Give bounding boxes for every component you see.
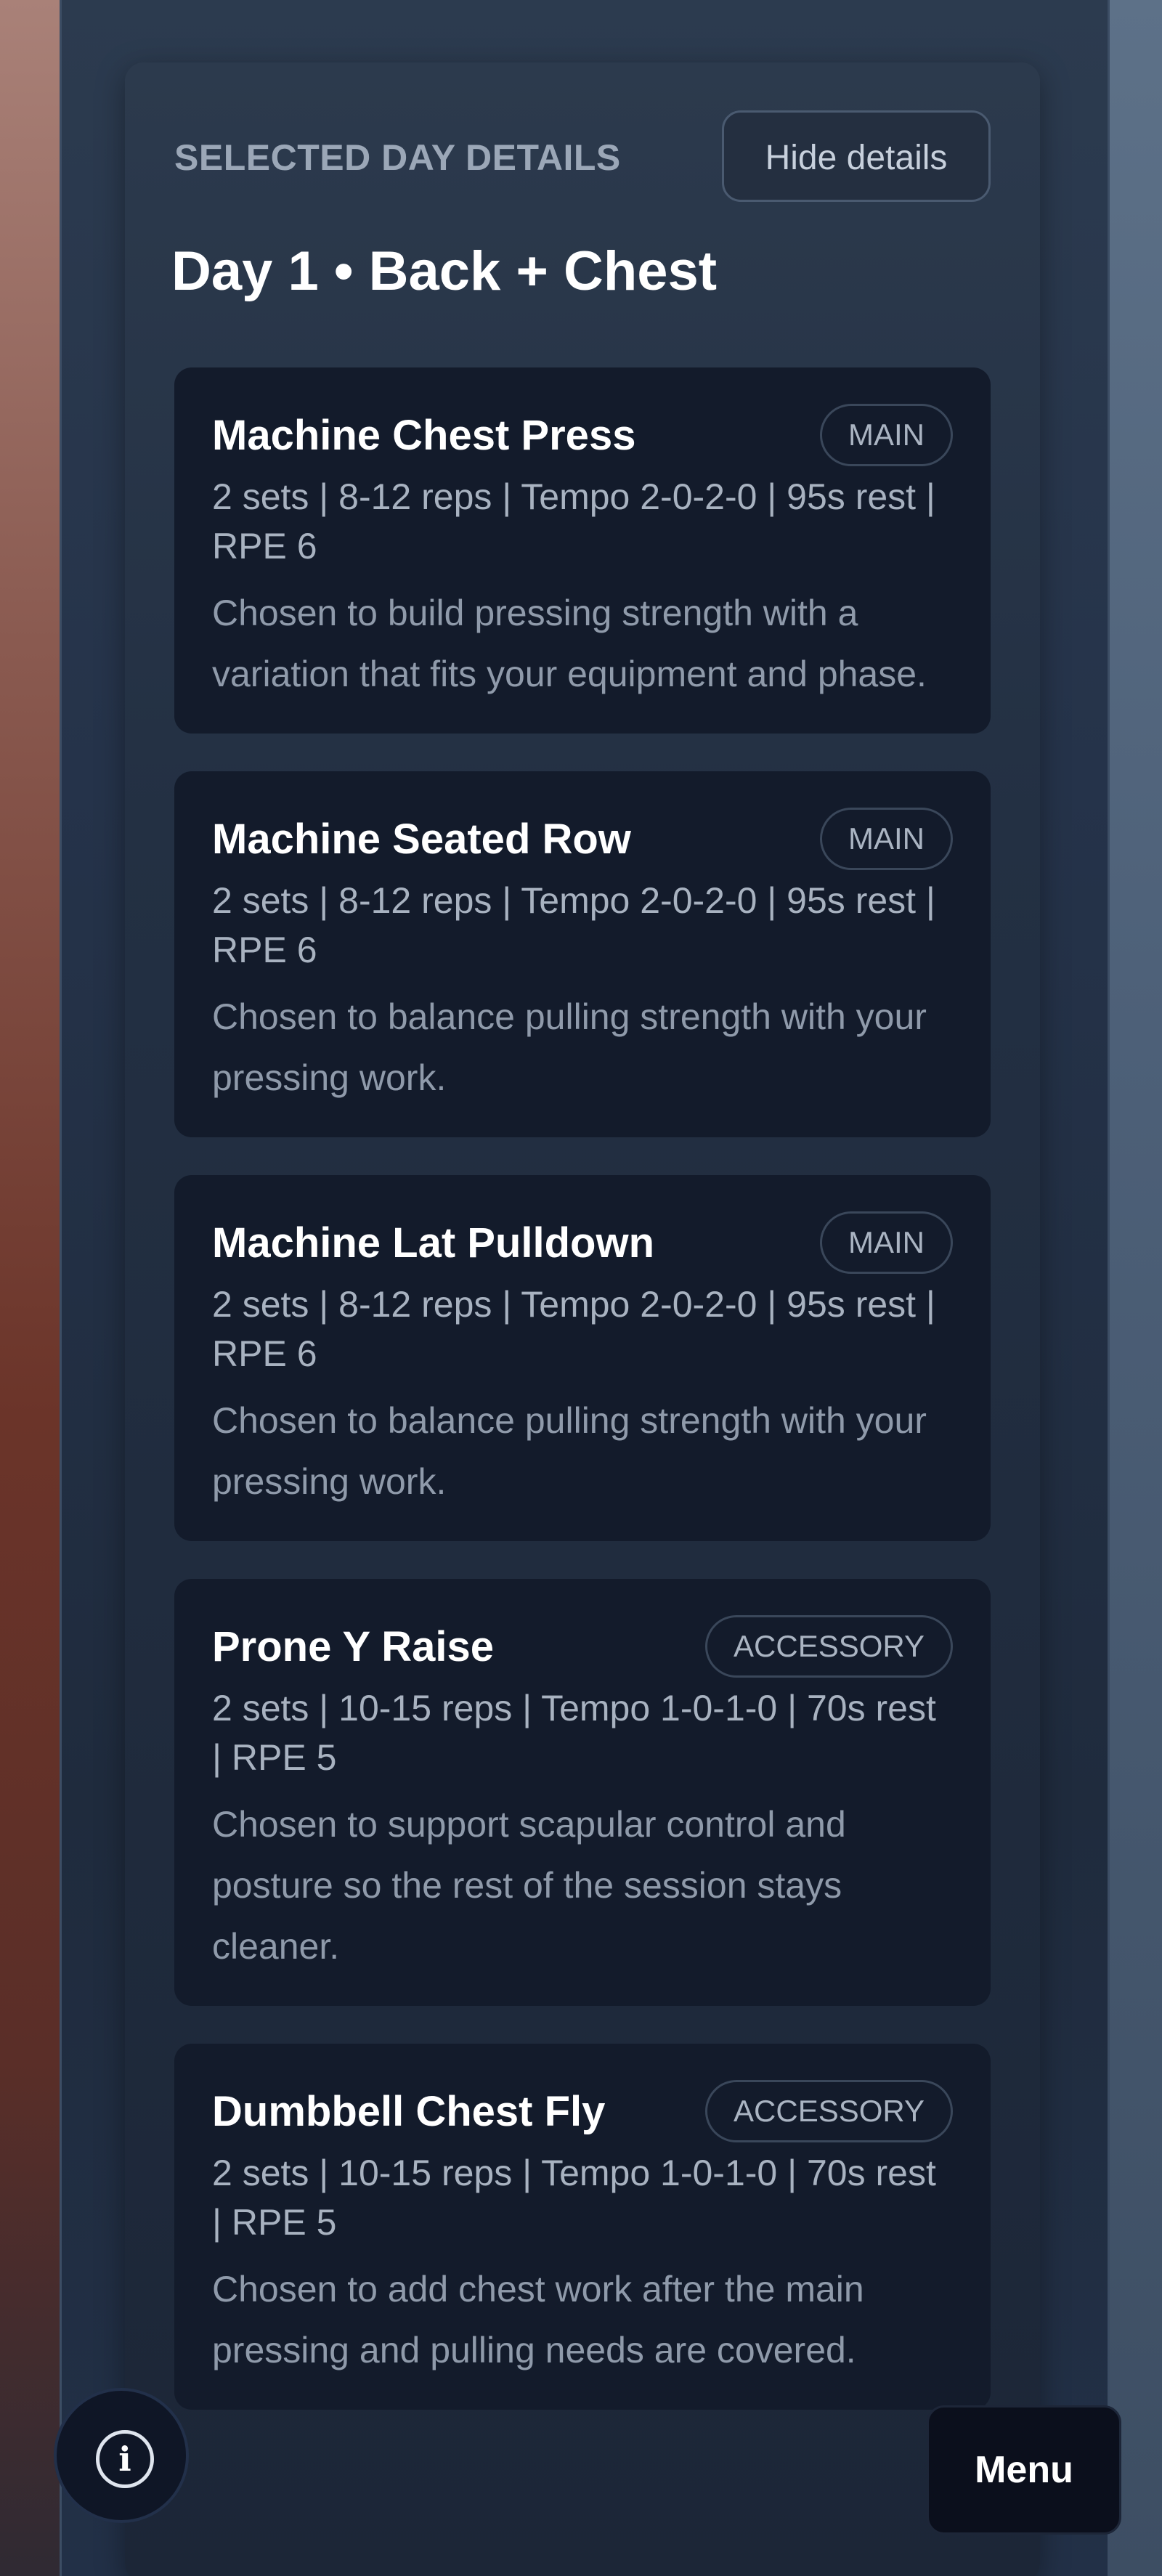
background-photo-right: [1105, 0, 1162, 2576]
exercise-name: Machine Seated Row: [212, 816, 631, 863]
exercise-prescription: 2 sets | 8-12 reps | Tempo 2-0-2-0 | 95s…: [212, 880, 935, 970]
exercise-name: Machine Chest Press: [212, 412, 636, 459]
panel-header: SELECTED DAY DETAILS Hide details: [174, 110, 991, 205]
exercise-card: Prone Y Raise ACCESSORY 2 sets | 10-15 r…: [174, 1579, 991, 2006]
exercise-prescription: 2 sets | 8-12 reps | Tempo 2-0-2-0 | 95s…: [212, 1284, 935, 1374]
exercise-type-badge: ACCESSORY: [705, 1615, 953, 1678]
section-label: SELECTED DAY DETAILS: [174, 137, 621, 178]
exercise-list: Machine Chest Press MAIN 2 sets | 8-12 r…: [174, 367, 991, 2447]
background-photo-left: [0, 0, 65, 2576]
hide-details-button[interactable]: Hide details: [722, 110, 991, 202]
info-icon: i: [96, 2430, 154, 2488]
menu-button[interactable]: Menu: [927, 2405, 1121, 2535]
exercise-type-badge: ACCESSORY: [705, 2080, 953, 2142]
exercise-card: Machine Chest Press MAIN 2 sets | 8-12 r…: [174, 367, 991, 734]
exercise-type-badge: MAIN: [820, 1211, 953, 1274]
exercise-rationale: Chosen to build pressing strength with a…: [212, 593, 927, 694]
exercise-name: Machine Lat Pulldown: [212, 1219, 655, 1267]
exercise-card: Machine Seated Row MAIN 2 sets | 8-12 re…: [174, 771, 991, 1137]
exercise-rationale: Chosen to balance pulling strength with …: [212, 996, 927, 1098]
exercise-card: Dumbbell Chest Fly ACCESSORY 2 sets | 10…: [174, 2044, 991, 2410]
exercise-prescription: 2 sets | 8-12 reps | Tempo 2-0-2-0 | 95s…: [212, 476, 935, 566]
exercise-type-badge: MAIN: [820, 404, 953, 466]
info-button[interactable]: i: [54, 2388, 189, 2523]
selected-day-panel: SELECTED DAY DETAILS Hide details Day 1 …: [125, 62, 1040, 2576]
exercise-rationale: Chosen to add chest work after the main …: [212, 2269, 864, 2370]
day-title: Day 1 • Back + Chest: [171, 240, 718, 302]
exercise-type-badge: MAIN: [820, 808, 953, 870]
exercise-rationale: Chosen to balance pulling strength with …: [212, 1400, 927, 1502]
exercise-name: Prone Y Raise: [212, 1623, 494, 1670]
exercise-card: Machine Lat Pulldown MAIN 2 sets | 8-12 …: [174, 1175, 991, 1541]
exercise-prescription: 2 sets | 10-15 reps | Tempo 1-0-1-0 | 70…: [212, 2153, 936, 2243]
exercise-name: Dumbbell Chest Fly: [212, 2088, 606, 2135]
exercise-prescription: 2 sets | 10-15 reps | Tempo 1-0-1-0 | 70…: [212, 1688, 936, 1778]
exercise-rationale: Chosen to support scapular control and p…: [212, 1804, 846, 1967]
